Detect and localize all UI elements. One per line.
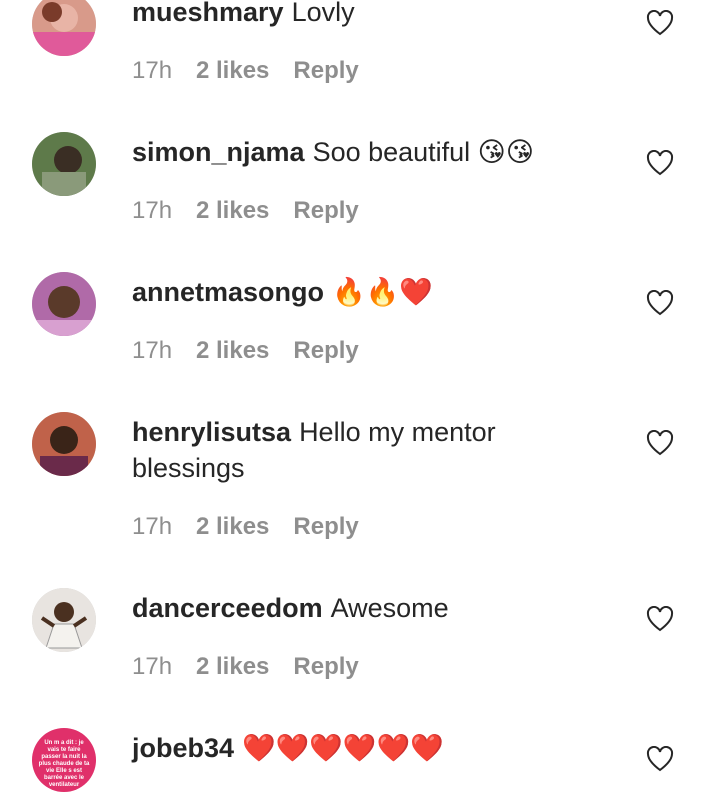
- comment-text: simon_njama Soo beautiful 😘😘: [132, 134, 552, 170]
- heart-outline-icon[interactable]: [646, 430, 674, 456]
- comment-time: 17h: [132, 653, 173, 680]
- comment-likes[interactable]: 2 likes: [196, 652, 269, 682]
- comment-likes[interactable]: 2 likes: [196, 336, 269, 366]
- reply-button[interactable]: Reply: [293, 197, 358, 224]
- comment-meta: 17h 2 likes Reply: [132, 652, 359, 682]
- comment-text: dancerceedom Awesome: [132, 590, 552, 626]
- avatar[interactable]: [32, 412, 96, 476]
- comment-body: Awesome: [330, 593, 449, 623]
- comment-text: mueshmary Lovly: [132, 0, 552, 30]
- comment-username[interactable]: simon_njama: [132, 137, 305, 167]
- heart-outline-icon[interactable]: [646, 746, 674, 772]
- comment-text: jobeb34 ❤️❤️❤️❤️❤️❤️: [132, 730, 552, 766]
- comment-meta: 17h 2 likes Reply: [132, 56, 359, 86]
- reply-button[interactable]: Reply: [293, 337, 358, 364]
- avatar[interactable]: [32, 132, 96, 196]
- avatar[interactable]: Un m a dit : je vais te faire passer la …: [32, 728, 96, 792]
- comment-likes[interactable]: 2 likes: [196, 56, 269, 86]
- comment-text: henrylisutsa Hello my mentor blessings: [132, 414, 552, 486]
- heart-outline-icon[interactable]: [646, 10, 674, 36]
- comment-time: 17h: [132, 337, 173, 364]
- comment-meta: 17h 2 likes Reply: [132, 336, 359, 366]
- comment-username[interactable]: dancerceedom: [132, 593, 323, 623]
- heart-outline-icon[interactable]: [646, 150, 674, 176]
- avatar[interactable]: [32, 588, 96, 652]
- comment-body: Soo beautiful 😘😘: [312, 137, 534, 167]
- comment-username[interactable]: annetmasongo: [132, 277, 324, 307]
- comment-likes[interactable]: 2 likes: [196, 196, 269, 226]
- comment-likes[interactable]: 2 likes: [196, 512, 269, 542]
- comment-time: 17h: [132, 57, 173, 84]
- comment-meta: 17h 2 likes Reply: [132, 512, 359, 542]
- comment-body: 🔥🔥❤️: [332, 277, 433, 307]
- comment-meta: 17h 2 likes Reply: [132, 196, 359, 226]
- comment-body: Lovly: [291, 0, 355, 27]
- comment-username[interactable]: jobeb34: [132, 733, 234, 763]
- comment-body: ❤️❤️❤️❤️❤️❤️: [242, 733, 444, 763]
- comment-username[interactable]: henrylisutsa: [132, 417, 291, 447]
- comment-time: 17h: [132, 197, 173, 224]
- avatar[interactable]: [32, 272, 96, 336]
- avatar[interactable]: [32, 0, 96, 56]
- comment-text: annetmasongo 🔥🔥❤️: [132, 274, 552, 310]
- heart-outline-icon[interactable]: [646, 290, 674, 316]
- reply-button[interactable]: Reply: [293, 513, 358, 540]
- comment-username[interactable]: mueshmary: [132, 0, 284, 27]
- comment-time: 17h: [132, 513, 173, 540]
- heart-outline-icon[interactable]: [646, 606, 674, 632]
- reply-button[interactable]: Reply: [293, 57, 358, 84]
- reply-button[interactable]: Reply: [293, 653, 358, 680]
- avatar-story-text: Un m a dit : je vais te faire passer la …: [38, 740, 90, 788]
